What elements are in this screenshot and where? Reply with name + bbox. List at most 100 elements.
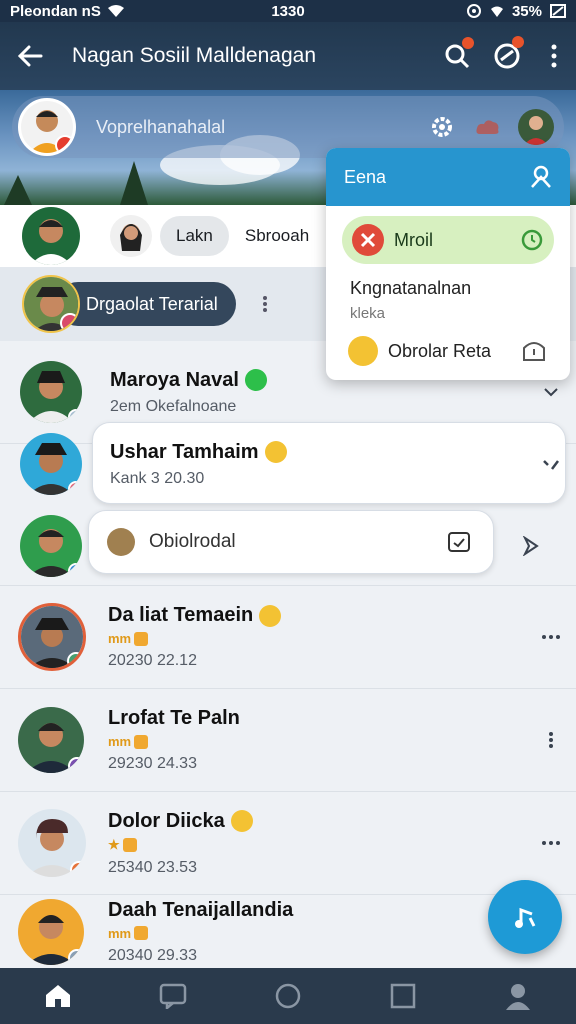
list-item[interactable]: Obiolrodal: [0, 506, 576, 586]
avatar[interactable]: [18, 603, 86, 671]
notification-button[interactable]: [482, 36, 532, 70]
status-badge: [60, 313, 78, 331]
signal-icon: [490, 6, 503, 17]
list-item[interactable]: Da liat Temaein mm 20230 22.12: [0, 586, 576, 689]
nav-circle[interactable]: [258, 968, 318, 1024]
tag-icon: [134, 926, 149, 940]
thinking-emoji-icon: [264, 441, 287, 463]
list-item[interactable]: Dolor Diicka ★ 25340 23.53: [0, 792, 576, 895]
tag-icon: [134, 631, 149, 646]
notification-dot: [462, 37, 474, 49]
popup-menu: Eena Mroil Kngnatanalnan kleka Obrolar R…: [326, 148, 570, 380]
avatar[interactable]: [18, 98, 76, 156]
status-badge: [68, 409, 82, 423]
more-button[interactable]: [526, 731, 576, 749]
tool-icon: [352, 224, 384, 256]
status-badge: [68, 757, 84, 773]
back-button[interactable]: [0, 45, 60, 67]
avatar[interactable]: [110, 215, 152, 257]
more-button[interactable]: [532, 44, 576, 68]
back-arrow-icon: [17, 45, 43, 67]
tag-label: mm: [108, 631, 132, 646]
list-item[interactable]: Lrofat Te Paln mm 29230 24.33: [0, 689, 576, 792]
calendar-check-icon[interactable]: [447, 531, 471, 553]
thinking-emoji-icon: [259, 604, 282, 627]
bubble-text: Obiolrodal: [149, 531, 236, 552]
avatar[interactable]: [22, 207, 80, 265]
timer-icon: [521, 229, 543, 251]
nav-chats[interactable]: [143, 968, 203, 1024]
page-title: Nagan Sosiil Malldenagan: [72, 44, 316, 67]
avatar[interactable]: [22, 275, 80, 333]
avatar[interactable]: [20, 514, 82, 577]
nav-profile[interactable]: [488, 968, 548, 1024]
option-label: Obrolar Reta: [388, 340, 492, 361]
square-icon: [390, 983, 416, 1009]
more-vert-icon[interactable]: [262, 295, 268, 313]
pinned-chip[interactable]: Drgaolat Terarial: [56, 282, 236, 326]
location-icon: [466, 4, 481, 18]
thinking-emoji-icon: [230, 810, 253, 832]
tree-shape: [120, 161, 148, 205]
filter-chip[interactable]: Sbrooah: [229, 216, 325, 256]
avatar[interactable]: [20, 433, 82, 495]
popup-line[interactable]: Kngnatanalnan: [350, 278, 546, 299]
popup-title: Eena: [344, 166, 387, 187]
search-input[interactable]: Voprelhanahalal: [96, 117, 430, 138]
home-icon: [45, 985, 70, 1007]
status-badge: [70, 861, 86, 877]
more-horiz-icon: [542, 841, 560, 845]
tree-shape: [4, 175, 32, 205]
pin-button[interactable]: [506, 535, 556, 556]
pin-icon: [522, 535, 539, 556]
tag-label: mm: [108, 734, 132, 749]
popup-header: Eena: [326, 148, 570, 206]
more-button[interactable]: [526, 840, 576, 846]
wifi-icon: [107, 5, 124, 17]
nav-home[interactable]: [28, 968, 88, 1024]
nav-square[interactable]: [373, 968, 433, 1024]
tag-icon: [134, 734, 149, 749]
expand-button[interactable]: [526, 387, 576, 397]
avatar[interactable]: [20, 361, 82, 423]
more-button[interactable]: [526, 634, 576, 640]
battery-text: 35%: [511, 2, 542, 20]
settings-icon[interactable]: [430, 115, 454, 139]
status-badge: [55, 135, 73, 153]
cloud-icon[interactable]: [474, 116, 502, 138]
chevron-down-icon: [544, 388, 558, 397]
tag-icon: [122, 837, 137, 852]
sticker-icon: [107, 528, 135, 556]
chat-name: Ushar Tamhaim: [110, 440, 259, 463]
smile-emoji-icon: [348, 336, 378, 366]
filter-chip[interactable]: Lakn: [160, 216, 229, 256]
chat-timestamp: 25340 23.53: [108, 858, 197, 876]
chat-name: Daah Tenaijallandia: [108, 898, 294, 921]
music-note-icon: [515, 907, 536, 928]
status-bar: Pleondan nS 1330 35%: [0, 0, 576, 22]
search-button[interactable]: [432, 37, 482, 69]
more-vert-icon: [551, 44, 557, 68]
status-badge: [68, 562, 82, 577]
popup-option[interactable]: Obrolar Reta: [348, 336, 546, 366]
chat-preview: 2em Okefalnoane: [110, 397, 237, 415]
notification-dot: [512, 36, 524, 48]
avatar[interactable]: [18, 707, 84, 773]
reply-button[interactable]: [526, 457, 576, 471]
user-icon[interactable]: [530, 165, 552, 189]
avatar[interactable]: [18, 898, 84, 965]
message-bubble[interactable]: Obiolrodal: [88, 510, 494, 574]
list-item[interactable]: Ushar Tamhaim Kank 3 20.30: [0, 422, 576, 506]
more-vert-icon: [549, 732, 553, 748]
avatar[interactable]: [18, 809, 86, 877]
popup-option-pill[interactable]: Mroil: [342, 216, 554, 264]
circle-icon: [275, 983, 301, 1009]
bottom-nav: [0, 968, 576, 1024]
battery-icon: [550, 4, 566, 18]
avatar[interactable]: [518, 109, 554, 145]
compose-fab[interactable]: [488, 880, 562, 954]
app-header: Nagan Sosiil Malldenagan: [0, 22, 576, 90]
chat-timestamp: 29230 24.33: [108, 755, 197, 772]
popup-subline: kleka: [350, 305, 386, 322]
chat-name: Dolor Diicka: [108, 809, 225, 832]
